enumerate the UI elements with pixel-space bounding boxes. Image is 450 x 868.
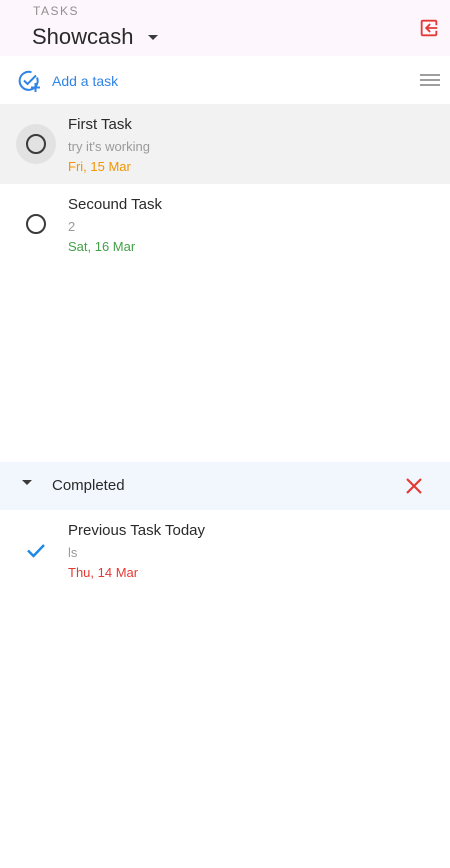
task-notes: try it's working [68, 139, 150, 154]
exit-to-app-icon[interactable] [418, 17, 440, 39]
unchecked-circle-icon [26, 134, 46, 154]
task-complete-toggle[interactable] [16, 124, 56, 164]
task-title: Previous Task Today [68, 522, 206, 539]
task-due-date[interactable]: Fri, 15 Mar [68, 159, 131, 174]
task-notes: ls [68, 545, 78, 560]
task-title: Secound Task [68, 196, 162, 213]
task-uncomplete-toggle[interactable] [16, 530, 56, 570]
completed-task-row[interactable]: Previous Task Today ls Thu, 14 Mar [0, 510, 450, 590]
unchecked-circle-icon [26, 214, 46, 234]
task-notes: 2 [68, 219, 76, 234]
task-list-selector[interactable]: Showcash [32, 22, 158, 52]
header-overline: TASKS [33, 4, 79, 18]
add-task-icon [18, 70, 40, 92]
toolbar: Add a task [0, 56, 450, 104]
add-task-label: Add a task [52, 73, 119, 89]
completed-section-header[interactable]: Completed [0, 462, 450, 510]
task-title: First Task [68, 116, 132, 133]
task-row[interactable]: Secound Task 2 Sat, 16 Mar [0, 184, 450, 264]
task-due-date[interactable]: Sat, 16 Mar [68, 239, 135, 254]
app-header: TASKS Showcash [0, 0, 450, 56]
dropdown-arrow-icon [147, 34, 158, 40]
caret-down-icon [22, 480, 32, 485]
close-icon[interactable] [405, 477, 423, 495]
completed-section-label: Completed [52, 477, 125, 494]
menu-icon[interactable] [420, 72, 440, 88]
collapse-completed-toggle[interactable] [22, 480, 32, 485]
check-icon [27, 544, 45, 558]
task-list-name: Showcash [32, 24, 134, 49]
task-complete-toggle[interactable] [16, 204, 56, 244]
task-row[interactable]: First Task try it's working Fri, 15 Mar [0, 104, 450, 184]
add-task-button[interactable]: Add a task [16, 68, 118, 94]
task-due-date: Thu, 14 Mar [68, 565, 139, 580]
